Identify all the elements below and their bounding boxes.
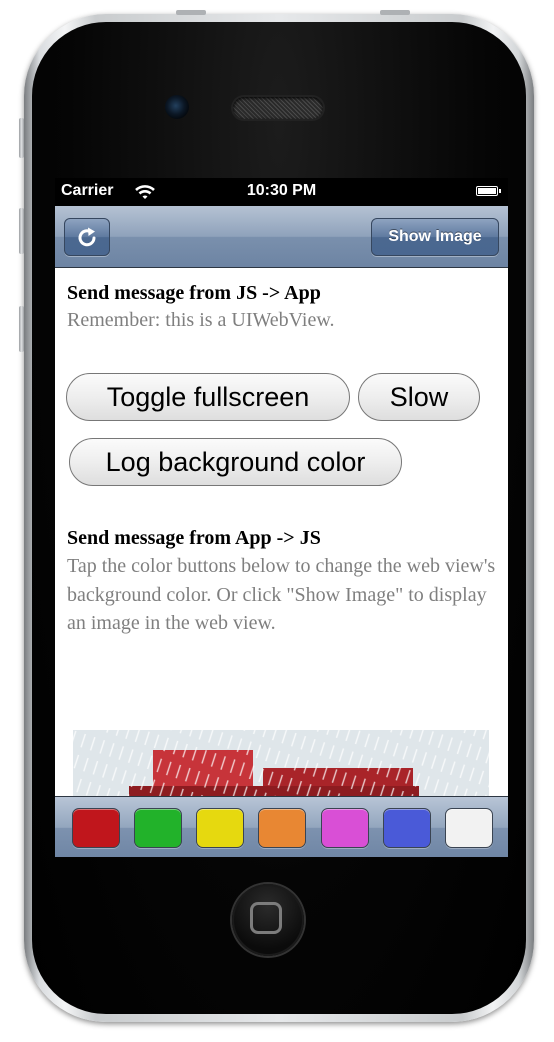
- web-view: Send message from JS -> App Remember: th…: [55, 268, 508, 796]
- sleep-button: [176, 10, 206, 15]
- swatch-orange-button[interactable]: [258, 808, 306, 848]
- color-toolbar: [55, 796, 508, 857]
- toggle-fullscreen-button[interactable]: Toggle fullscreen: [66, 373, 350, 421]
- swatch-green-button[interactable]: [134, 808, 182, 848]
- front-camera: [165, 95, 189, 119]
- show-image-button[interactable]: Show Image: [371, 218, 499, 256]
- battery-icon: [476, 186, 501, 196]
- temple-illustration: [73, 730, 489, 796]
- swatch-magenta-button[interactable]: [321, 808, 369, 848]
- status-time: 10:30 PM: [246, 182, 317, 199]
- screen: Carrier 10:30 PM Show Image Send message…: [55, 178, 508, 857]
- status-bar: Carrier 10:30 PM: [55, 178, 508, 206]
- refresh-icon: [78, 227, 96, 247]
- log-background-color-button[interactable]: Log background color: [69, 438, 402, 486]
- mute-switch: [19, 118, 24, 158]
- home-button-icon: [250, 902, 282, 934]
- swatch-red-button[interactable]: [72, 808, 120, 848]
- top-button: [380, 10, 410, 15]
- navigation-bar: Show Image: [55, 206, 508, 268]
- refresh-button[interactable]: [64, 218, 110, 256]
- swatch-yellow-button[interactable]: [196, 808, 244, 848]
- web-image: [73, 730, 489, 796]
- volume-down-button: [19, 306, 24, 352]
- section1-heading: Send message from JS -> App: [67, 282, 321, 304]
- section2-text: Tap the color buttons below to change th…: [67, 555, 496, 634]
- section1-text: Remember: this is a UIWebView.: [67, 309, 335, 331]
- volume-up-button: [19, 208, 24, 254]
- section2-heading: Send message from App -> JS: [67, 527, 321, 549]
- earpiece-speaker: [233, 97, 323, 119]
- slow-button[interactable]: Slow: [358, 373, 480, 421]
- swatch-white-button[interactable]: [445, 808, 493, 848]
- swatch-blue-button[interactable]: [383, 808, 431, 848]
